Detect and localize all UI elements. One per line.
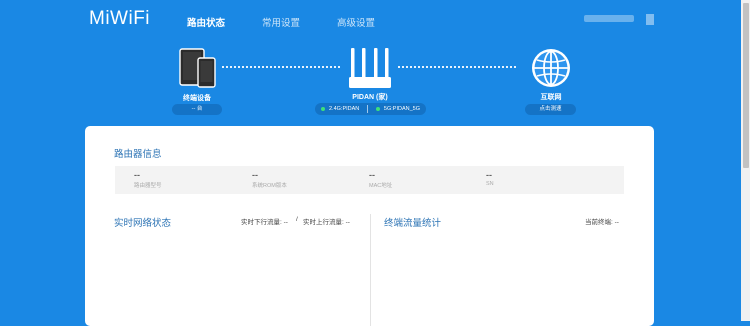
- tab-router-status[interactable]: 路由状态: [187, 15, 225, 29]
- realtime-network-title: 实时网络状态: [114, 218, 172, 229]
- internet-label: 互联网: [540, 94, 562, 101]
- terminal-count-badge[interactable]: -- 台: [172, 104, 222, 115]
- info-rom-caption: 系统ROM版本: [252, 183, 287, 189]
- info-model-caption: 路由器型号: [134, 183, 162, 189]
- info-mac: -- MAC地址: [369, 170, 392, 189]
- tab-advanced-settings[interactable]: 高级设置: [337, 15, 375, 29]
- wifi-24g-on-indicator: [321, 106, 325, 111]
- terminal-traffic-title: 终端流量统计: [384, 218, 442, 229]
- wifi-24g-status: 2.4G:PIDAN: [321, 106, 359, 112]
- info-model: -- 路由器型号: [134, 170, 162, 189]
- info-rom: -- 系统ROM版本: [252, 170, 287, 189]
- info-sn-caption: SN: [486, 181, 494, 187]
- info-sn: -- SN: [486, 170, 494, 187]
- wifi-separator: [367, 105, 369, 113]
- status-card: 路由器信息 -- 路由器型号 -- 系统ROM版本 -- MAC地址 -- SN…: [85, 126, 654, 326]
- info-mac-value: --: [369, 170, 375, 180]
- router-info-bar: -- 路由器型号 -- 系统ROM版本 -- MAC地址 -- SN: [115, 166, 624, 194]
- current-terminals: 当前终端: --: [585, 219, 619, 226]
- router-name-label: PIDAN (家): [352, 94, 388, 101]
- info-rom-value: --: [252, 170, 258, 180]
- user-menu-icon[interactable]: [646, 14, 654, 25]
- terminal-devices-label: 终端设备: [183, 95, 211, 102]
- tab-common-settings[interactable]: 常用设置: [262, 15, 300, 29]
- info-sn-value: --: [486, 170, 492, 180]
- connection-line-internet: [398, 66, 516, 68]
- wifi-status-pill[interactable]: 2.4G:PIDAN 5G:PIDAN_5G: [315, 103, 426, 115]
- devices-icon[interactable]: [179, 48, 217, 93]
- speed-test-button[interactable]: 点击测速: [525, 104, 576, 115]
- wifi-5g-status: 5G:PIDAN_5G: [375, 106, 420, 112]
- info-mac-caption: MAC地址: [369, 183, 393, 189]
- page-scrollbar[interactable]: [741, 0, 750, 321]
- section-divider: [370, 214, 371, 326]
- router-icon[interactable]: [348, 46, 392, 95]
- scrollbar-thumb[interactable]: [743, 3, 749, 168]
- info-model-value: --: [134, 170, 140, 180]
- realtime-download: 实时下行流量: --: [241, 219, 288, 226]
- realtime-separator: /: [296, 216, 298, 223]
- user-account-blurred[interactable]: [584, 15, 634, 22]
- wifi-5g-on-indicator: [375, 106, 380, 111]
- connection-line-devices: [222, 66, 340, 68]
- realtime-upload: 实时上行流量: --: [303, 219, 350, 226]
- router-info-title: 路由器信息: [114, 149, 162, 160]
- globe-icon[interactable]: [530, 47, 572, 94]
- miwifi-logo: MiWiFi: [89, 8, 151, 29]
